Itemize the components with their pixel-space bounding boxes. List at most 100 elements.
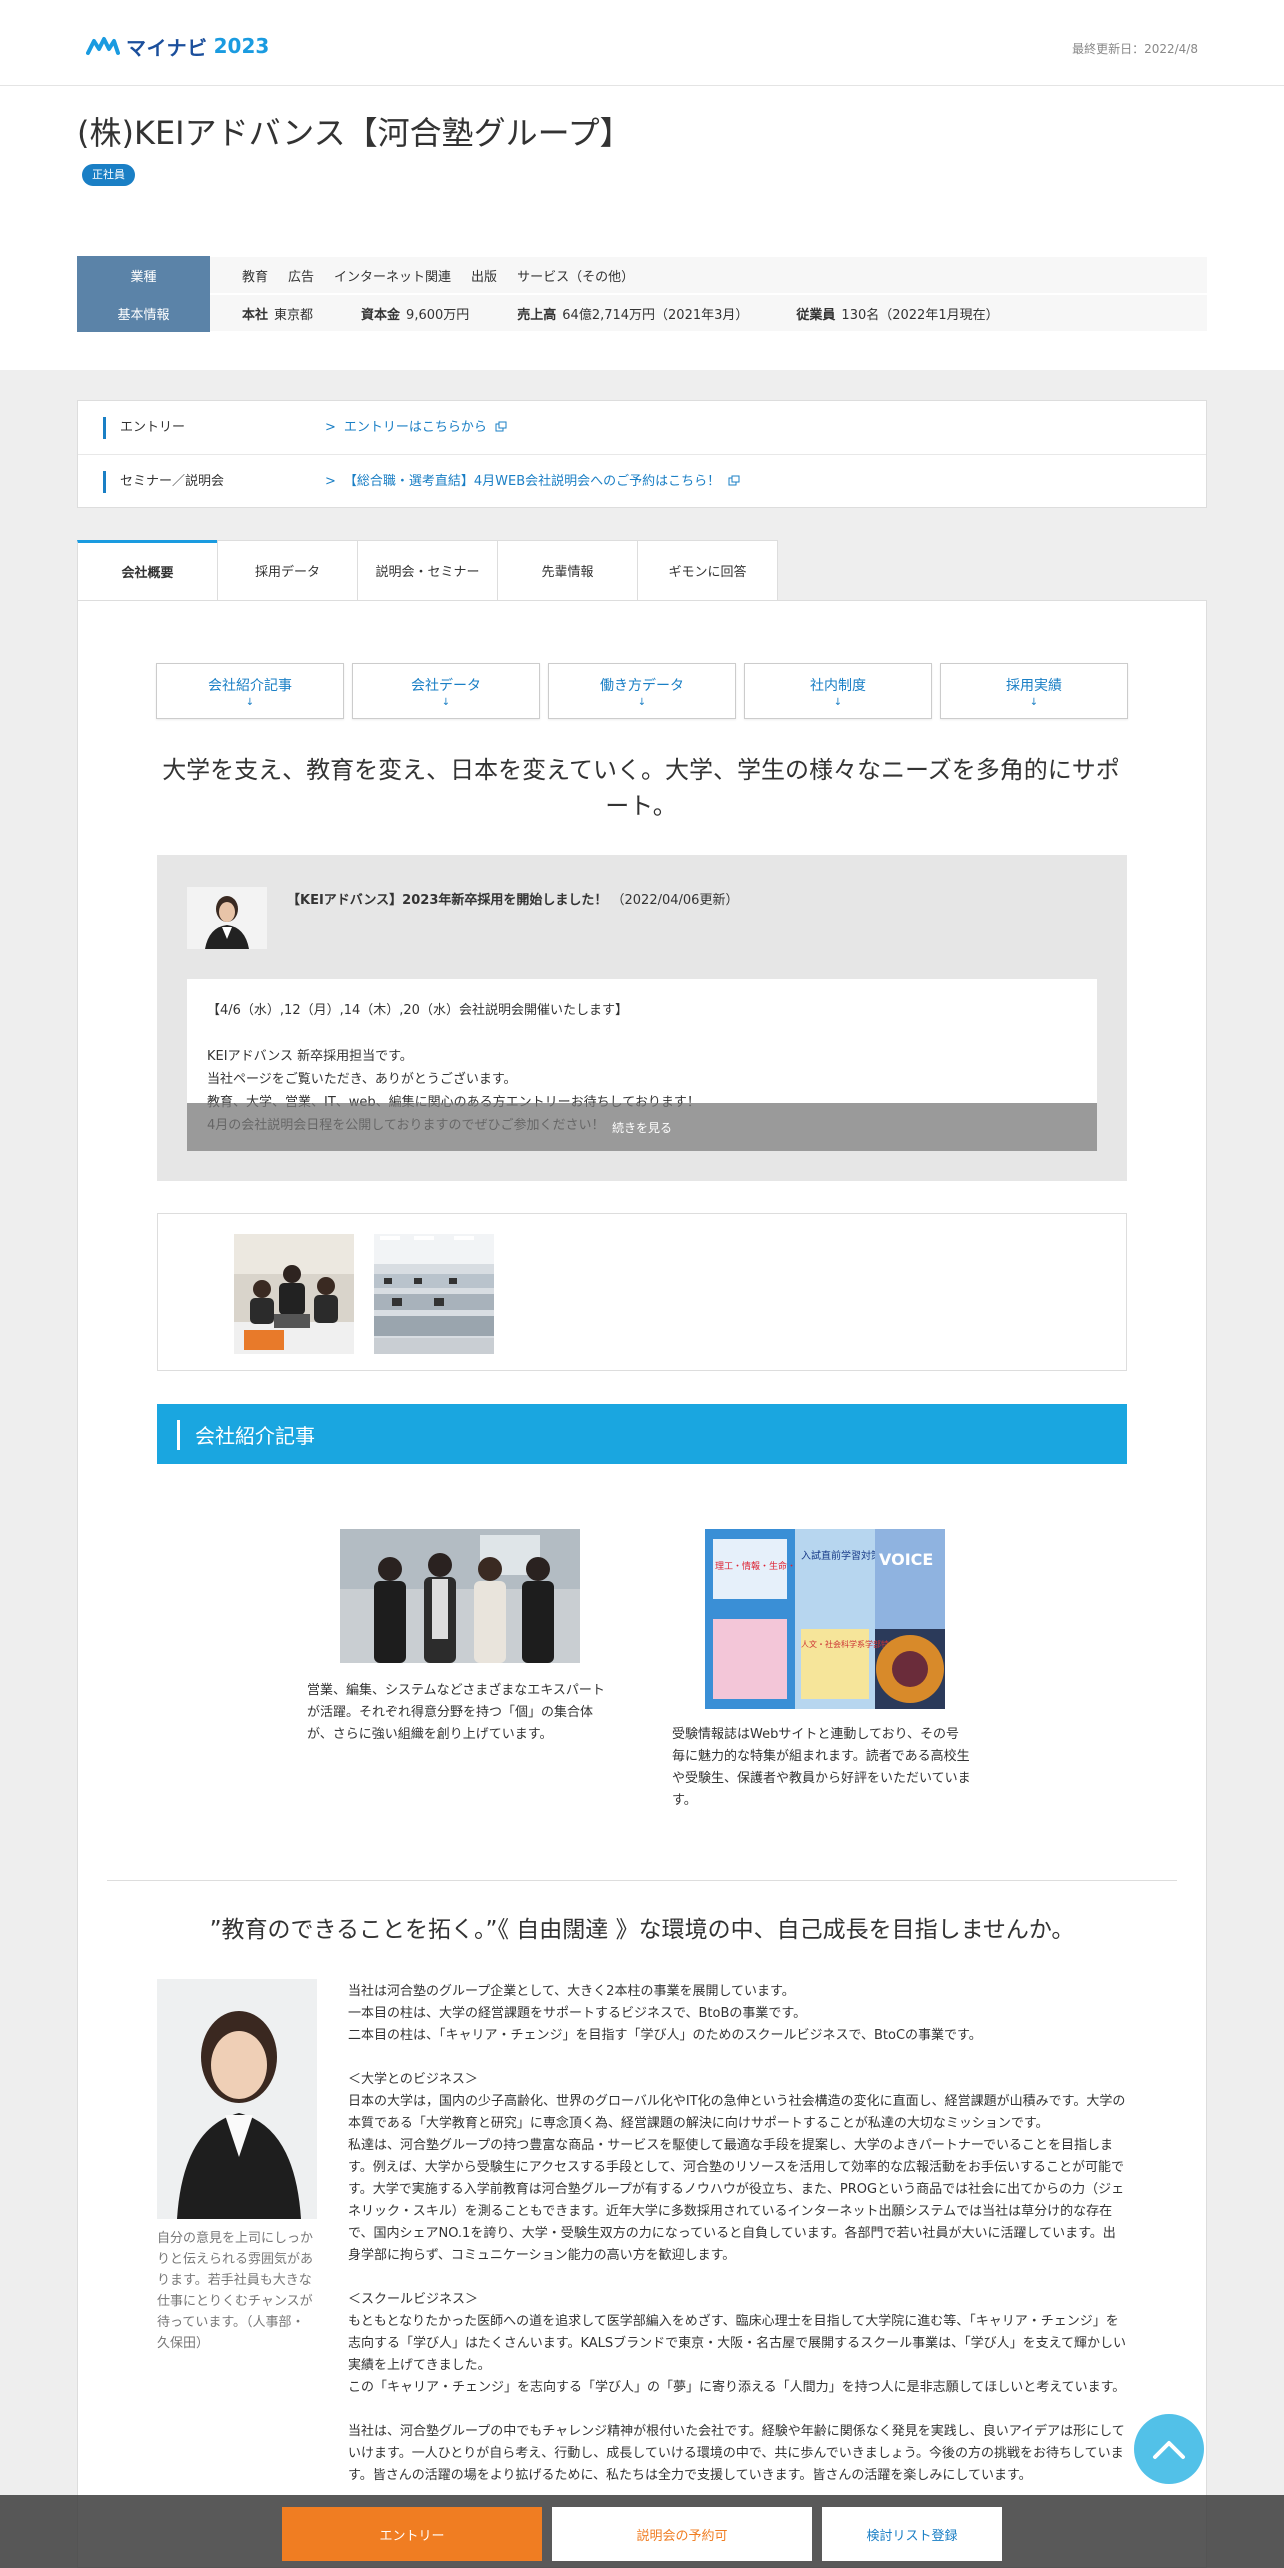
entry-row: エントリー > エントリーはこちらから (78, 401, 1206, 455)
news-title: 【KEIアドバンス】2023年新卒採用を開始しました！ (287, 893, 608, 908)
capital-label: 資本金 (361, 307, 401, 323)
employee-caption: 自分の意見を上司にしっかりと伝えられる雰囲気があります。若手社員も大きな仕事にと… (157, 2231, 314, 2351)
scroll-to-top-button[interactable] (1134, 2414, 1204, 2484)
anchor-label: 会社データ (411, 677, 481, 694)
mynavi-logo[interactable]: マイナビ 2023 (86, 34, 270, 60)
seminar-link-text: 【総合職・選考直結】4月WEB会社説明会へのご予約はこちら！ (343, 474, 721, 489)
basic-info-values: 本社 東京都 資本金 9,600万円 売上高 64億2,714万円（2021年3月） … (210, 304, 1027, 323)
employee-portrait (157, 1979, 317, 2219)
employees-pair: 従業員 130名（2022年1月現在） (796, 304, 998, 323)
catch-copy: 大学を支え、教育を変え、日本を変えていく。大学、学生の様々なニーズを多角的にサポ… (162, 756, 1120, 820)
article-photo-magazines[interactable]: 理工・情報・生命・農学系学部特集号 入試直前学習対策 人文・社会科学系学部特集号… (705, 1529, 945, 1709)
tab-recruitment-data[interactable]: 採用データ (217, 540, 358, 600)
news-box: 【KEIアドバンス】2023年新卒採用を開始しました！ （2022/04/06更… (157, 855, 1127, 1181)
article-text-staff: 営業、編集、システムなどさまざまなエキスパートが活躍。それぞれ得意分野を持つ「個… (307, 1683, 605, 1742)
company-info-table: 業種 教育 広告 インターネット関連 出版 サービス（その他） 基本情報 本社東… (77, 256, 1207, 333)
anchor-label: 採用実績 (1006, 677, 1062, 694)
gallery-photo-office[interactable] (374, 1234, 494, 1354)
logo-text: マイナビ (126, 35, 208, 60)
chevron-right-icon: > (325, 420, 336, 435)
capital-pair: 資本金 9,600万円 (361, 304, 469, 323)
logo-year: 2023 (213, 34, 270, 58)
company-name: (株)KEIアドバンス【河合塾グループ】 (77, 114, 632, 152)
anchor-label: 働き方データ (600, 677, 684, 694)
seminar-link[interactable]: > 【総合職・選考直結】4月WEB会社説明会へのご予約はこちら！ (325, 472, 740, 492)
industry-item: 出版 (471, 269, 498, 285)
section-header-company-articles: 会社紹介記事 (157, 1404, 1127, 1464)
gallery-photo-meeting[interactable] (234, 1234, 354, 1354)
section-accent-bar (177, 1420, 180, 1450)
section-divider (107, 1880, 1177, 1881)
sales-label: 売上高 (517, 307, 557, 323)
arrow-down-icon: ↓ (245, 696, 255, 708)
article-text-magazines: 受験情報誌はWebサイトと連動しており、その号毎に魅力的な特集が組まれます。読者… (672, 1727, 971, 1808)
read-more-button[interactable]: 続きを見る (187, 1103, 1097, 1151)
basic-info-row: 基本情報 本社 東京都 資本金 9,600万円 売上高 64億2,714万円（2021… (77, 294, 1207, 333)
news-title-line: 【KEIアドバンス】2023年新卒採用を開始しました！ （2022/04/06更… (287, 889, 738, 908)
footer-seminar-reserve-button[interactable]: 説明会の予約可 (552, 2507, 812, 2561)
chevron-up-icon (1153, 2441, 1185, 2459)
entry-link[interactable]: > エントリーはこちらから (325, 418, 507, 438)
recruiter-avatar (187, 887, 267, 949)
arrow-down-icon: ↓ (637, 696, 647, 708)
anchor-label: 会社紹介記事 (208, 677, 292, 694)
magazine-voice-text: VOICE (879, 1550, 933, 1569)
photo-gallery (157, 1213, 1127, 1371)
employees-value: 130名（2022年1月現在） (841, 307, 999, 323)
section-title: 会社紹介記事 (195, 1424, 315, 1448)
magazine-cover1-text: 入試直前学習対策 (801, 1549, 881, 1562)
office-meeting-photo (234, 1234, 354, 1354)
external-link-icon (495, 421, 507, 432)
anchor-work-style-data[interactable]: 働き方データ ↓ (548, 663, 736, 719)
industry-label: 業種 (77, 256, 210, 294)
hq-pair: 本社 東京都 (242, 304, 313, 323)
tab-bar: 会社概要 採用データ 説明会・セミナー 先輩情報 ギモンに回答 (77, 540, 778, 600)
arrow-down-icon: ↓ (833, 696, 843, 708)
footer-add-to-list-button[interactable]: 検討リスト登録 (822, 2507, 1002, 2561)
magazine-covers-photo: 理工・情報・生命・農学系学部特集号 入試直前学習対策 人文・社会科学系学部特集号… (705, 1529, 945, 1709)
arrow-down-icon: ↓ (1029, 696, 1039, 708)
person-photo-icon (187, 887, 267, 949)
industry-values: 教育 広告 インターネット関連 出版 サービス（その他） (210, 266, 634, 285)
mynavi-logo-icon (86, 37, 120, 55)
entry-label: エントリー (103, 417, 185, 439)
entry-link-text: エントリーはこちらから (343, 420, 487, 435)
seminar-row: セミナー／説明会 > 【総合職・選考直結】4月WEB会社説明会へのご予約はこちら！ (78, 455, 1206, 509)
industry-item: インターネット関連 (334, 269, 452, 285)
basic-info-label: 基本情報 (77, 294, 210, 332)
tab-company-overview[interactable]: 会社概要 (77, 540, 218, 600)
last-updated: 最終更新日：2022/4/8 (1072, 42, 1198, 56)
company-description: 当社は河合塾のグループ企業として、大きく2本柱の事業を展開しています。 一本目の… (348, 1984, 1126, 2483)
footer-entry-button[interactable]: エントリー (282, 2507, 542, 2561)
tab-senior-info[interactable]: 先輩情報 (497, 540, 638, 600)
sales-value: 64億2,714万円（2021年3月） (562, 307, 749, 323)
office-floor-photo (374, 1234, 494, 1354)
anchor-company-articles[interactable]: 会社紹介記事 ↓ (156, 663, 344, 719)
top-bar: マイナビ 2023 最終更新日：2022/4/8 (0, 0, 1284, 86)
employee-photo (157, 1979, 317, 2219)
anchor-nav: 会社紹介記事 ↓ 会社データ ↓ 働き方データ ↓ 社内制度 ↓ 採用実績 ↓ (156, 663, 1128, 719)
external-link-icon (728, 475, 740, 486)
tab-questions[interactable]: ギモンに回答 (637, 540, 778, 600)
chevron-right-icon: > (325, 474, 336, 489)
anchor-company-data[interactable]: 会社データ ↓ (352, 663, 540, 719)
anchor-label: 社内制度 (810, 677, 866, 694)
anchor-hiring-results[interactable]: 採用実績 ↓ (940, 663, 1128, 719)
employees-label: 従業員 (796, 307, 836, 323)
hq-value: 東京都 (274, 307, 314, 323)
industry-row: 業種 教育 広告 インターネット関連 出版 サービス（その他） (77, 256, 1207, 295)
article-photo-staff[interactable] (340, 1529, 580, 1663)
anchor-internal-systems[interactable]: 社内制度 ↓ (744, 663, 932, 719)
arrow-down-icon: ↓ (441, 696, 451, 708)
entry-box: エントリー > エントリーはこちらから セミナー／説明会 > 【総合職・選考直結】4… (77, 400, 1207, 508)
sales-pair: 売上高 64億2,714万円（2021年3月） (517, 304, 748, 323)
tab-seminars[interactable]: 説明会・セミナー (357, 540, 498, 600)
employment-type-badge: 正社員 (82, 164, 135, 186)
hq-label: 本社 (242, 307, 269, 323)
staff-group-photo (340, 1529, 580, 1663)
industry-item: 広告 (288, 269, 315, 285)
industry-item: 教育 (242, 269, 269, 285)
seminar-label: セミナー／説明会 (103, 471, 224, 493)
news-date: （2022/04/06更新） (611, 893, 739, 908)
industry-item: サービス（その他） (517, 269, 635, 285)
